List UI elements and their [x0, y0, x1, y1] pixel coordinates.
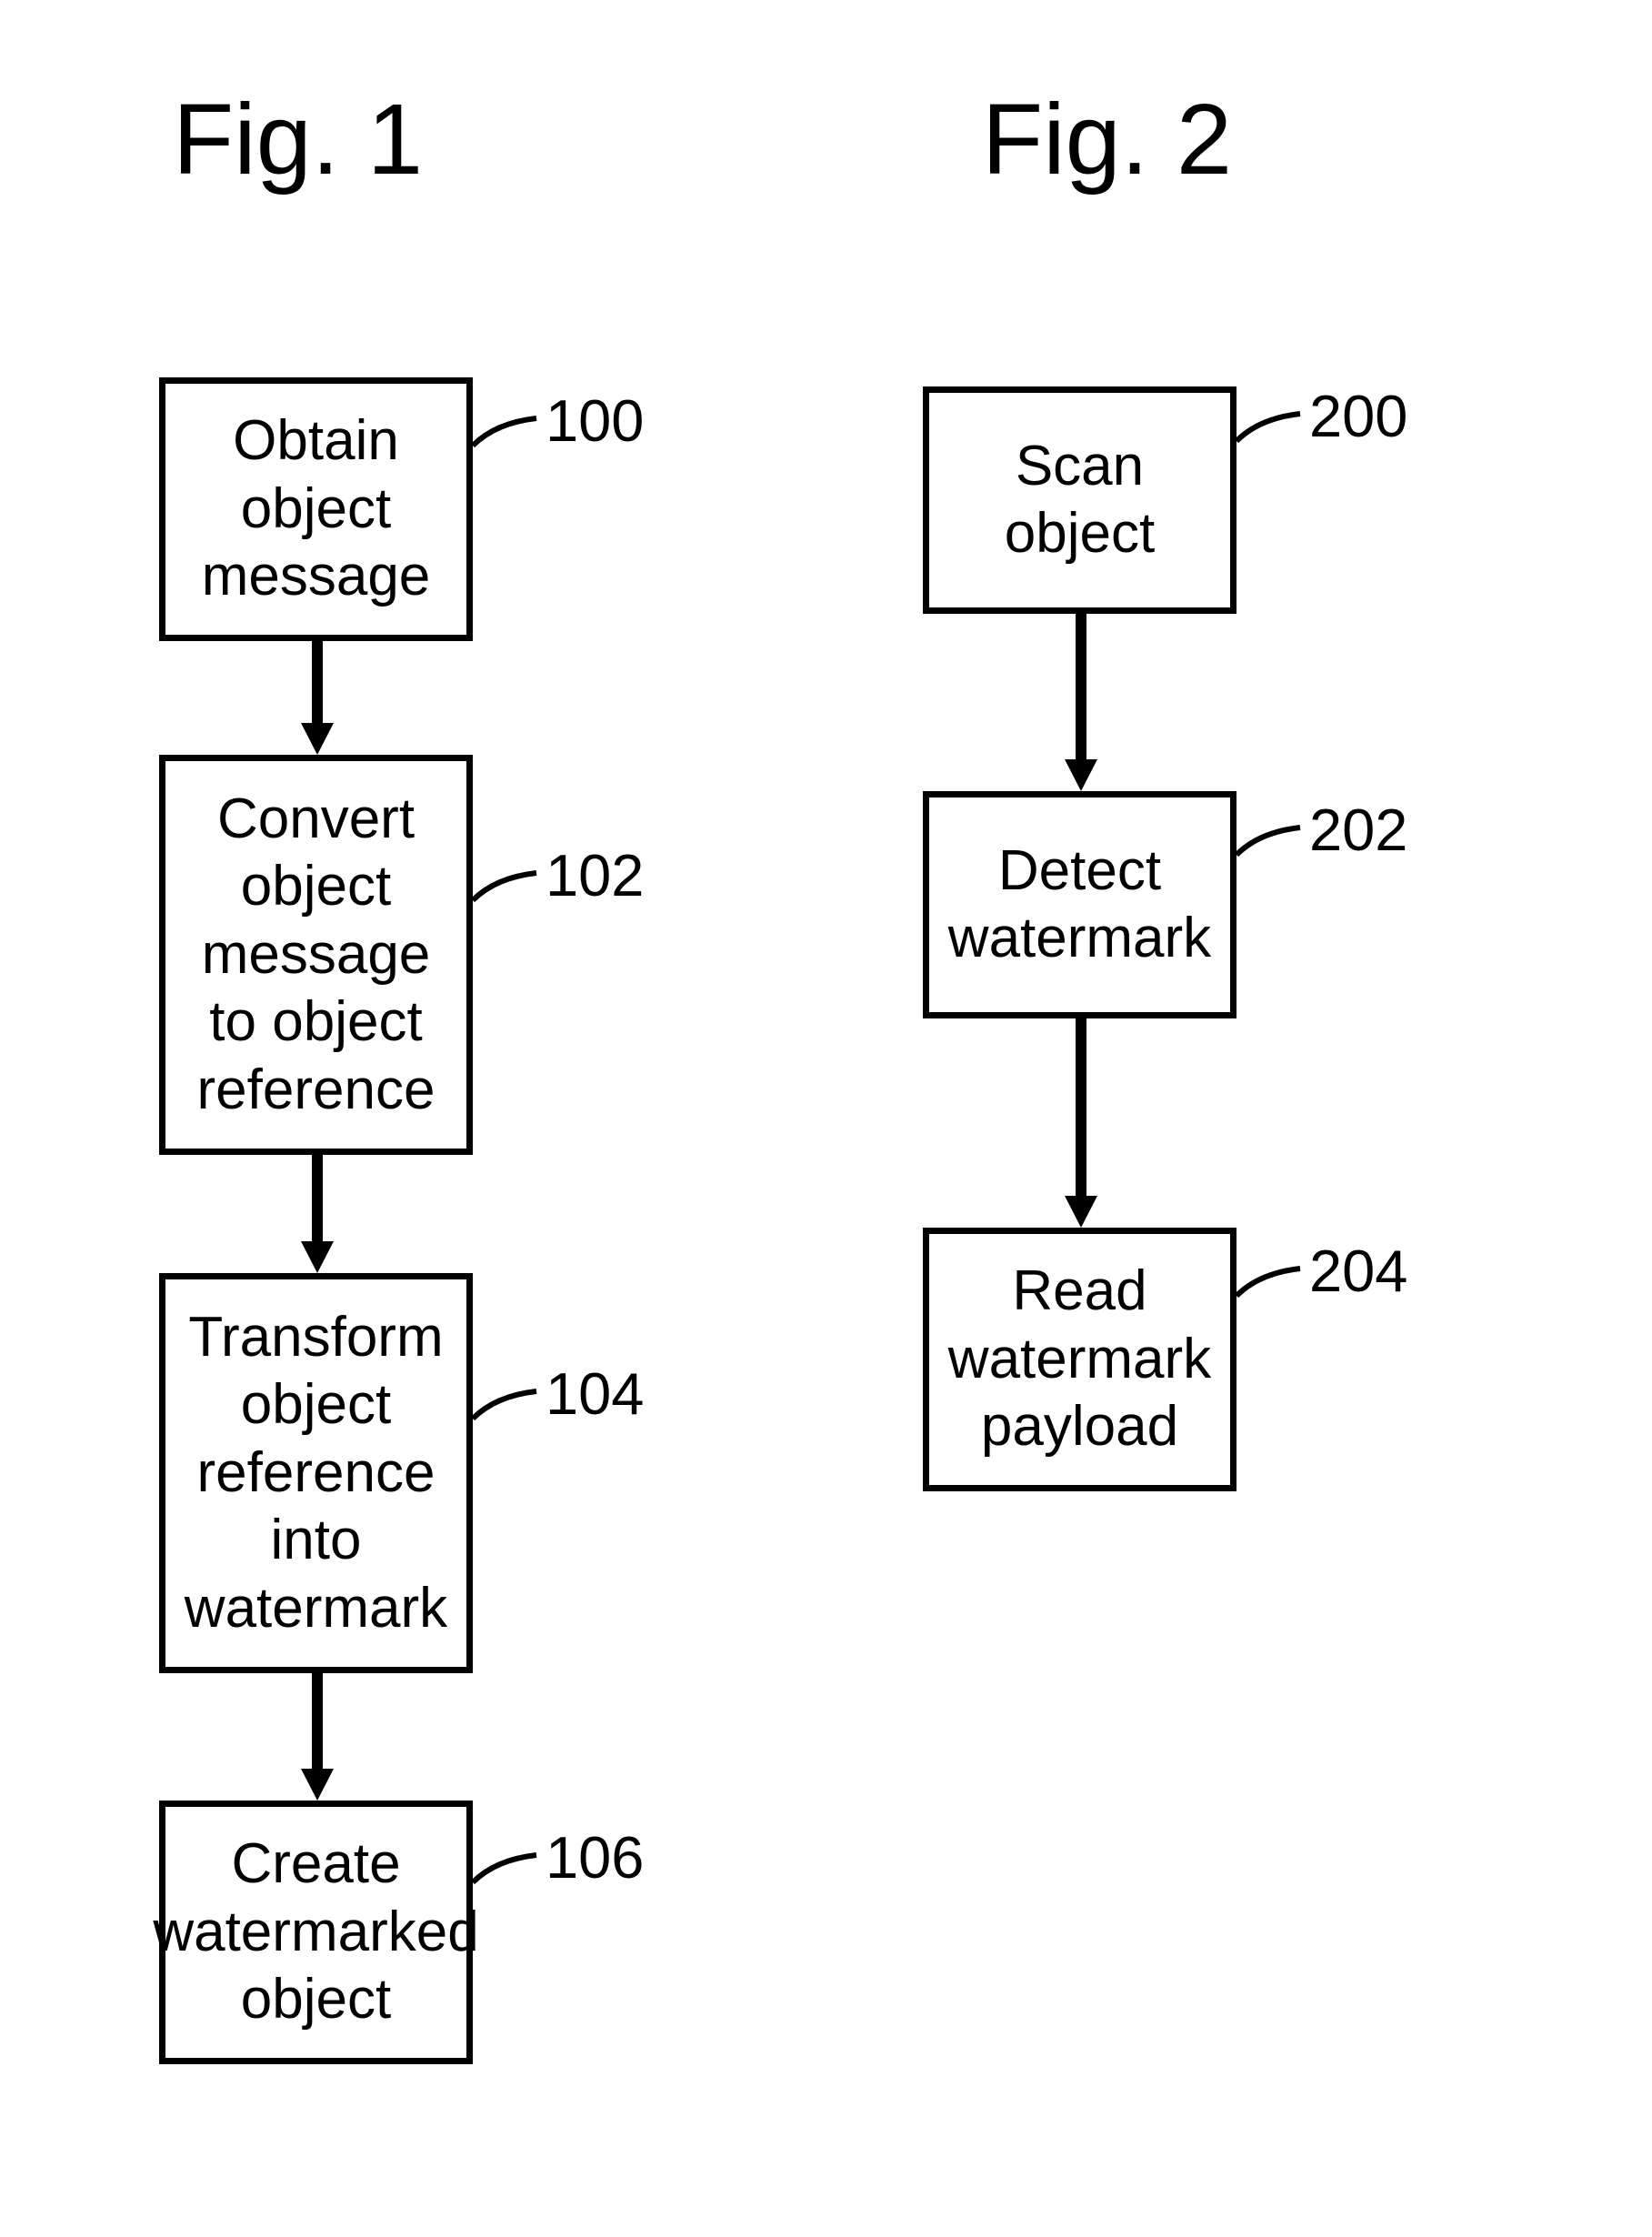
fig2-step-204: Read watermark payload: [923, 1228, 1236, 1491]
fig1-arrow-2-head: [301, 1241, 334, 1273]
lead-line-104: [468, 1387, 550, 1423]
fig1-arrow-2-line: [312, 1155, 323, 1246]
fig1-arrow-3-line: [312, 1673, 323, 1773]
fig2-step-204-text: Read watermark payload: [938, 1258, 1221, 1460]
lead-line-200: [1232, 409, 1314, 446]
fig2-step-200-text: Scan object: [938, 433, 1221, 568]
fig1-step-106-text: Create watermarked object: [153, 1831, 478, 2033]
fig1-arrow-1-head: [301, 723, 334, 755]
fig1-label-100: 100: [546, 386, 644, 455]
lead-line-100: [468, 414, 550, 450]
fig1-step-104-text: Transform object reference into watermar…: [175, 1304, 457, 1642]
lead-line-202: [1232, 823, 1314, 859]
fig2-step-200: Scan object: [923, 386, 1236, 614]
fig2-arrow-2-head: [1065, 1196, 1097, 1228]
fig2-label-202: 202: [1309, 796, 1407, 864]
fig1-label-106: 106: [546, 1823, 644, 1891]
fig1-step-100-text: Obtain object message: [175, 407, 457, 610]
figure-1-title: Fig. 1: [173, 82, 423, 197]
fig1-arrow-1-line: [312, 641, 323, 727]
lead-line-106: [468, 1851, 550, 1887]
fig1-step-104: Transform object reference into watermar…: [159, 1273, 473, 1673]
fig1-step-102-text: Convert object message to object referen…: [175, 786, 457, 1124]
lead-line-102: [468, 868, 550, 905]
fig2-label-204: 204: [1309, 1237, 1407, 1305]
fig2-label-200: 200: [1309, 382, 1407, 450]
fig2-arrow-2-line: [1076, 1018, 1086, 1200]
fig1-step-100: Obtain object message: [159, 377, 473, 641]
fig2-arrow-1-head: [1065, 759, 1097, 791]
lead-line-204: [1232, 1264, 1314, 1300]
figure-2-title: Fig. 2: [982, 82, 1232, 197]
fig1-step-102: Convert object message to object referen…: [159, 755, 473, 1155]
fig2-step-202-text: Detect watermark: [938, 838, 1221, 973]
fig2-step-202: Detect watermark: [923, 791, 1236, 1018]
fig1-arrow-3-head: [301, 1769, 334, 1801]
fig1-step-106: Create watermarked object: [159, 1801, 473, 2064]
fig1-label-104: 104: [546, 1359, 644, 1428]
fig2-arrow-1-line: [1076, 614, 1086, 764]
fig1-label-102: 102: [546, 841, 644, 909]
